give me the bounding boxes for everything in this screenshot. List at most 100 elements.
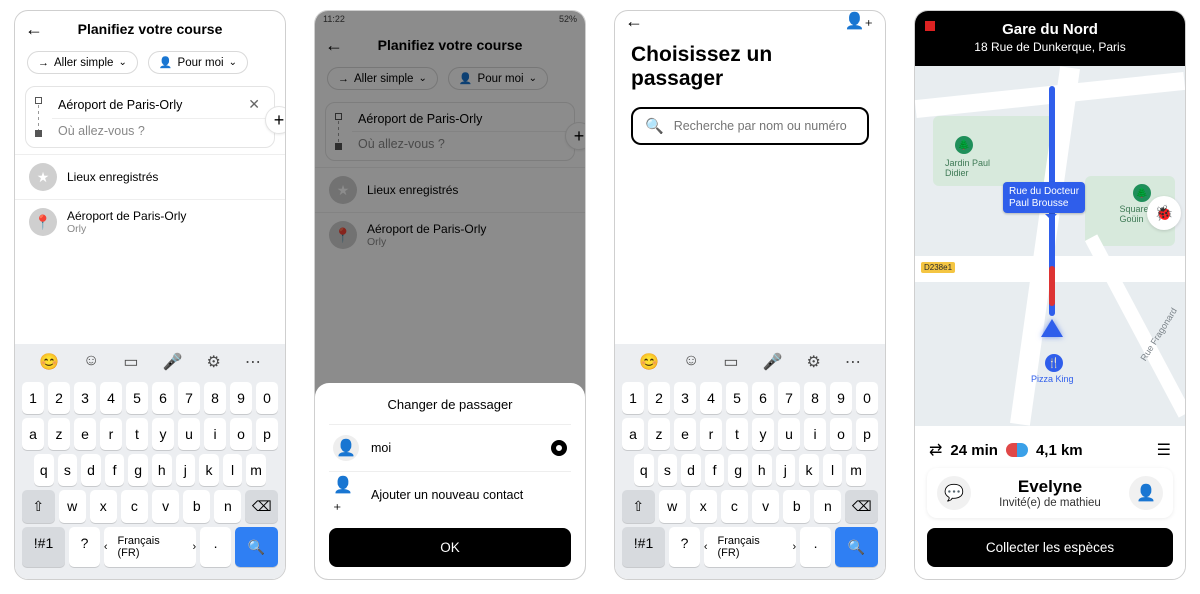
backspace-key[interactable]: ⌫	[245, 490, 278, 523]
gear-icon[interactable]: ⚙	[807, 352, 821, 372]
search-input[interactable]	[674, 119, 855, 133]
key-p[interactable]: p	[256, 418, 278, 450]
collect-cash-button[interactable]: Collecter les espèces	[927, 528, 1173, 567]
key-c[interactable]: c	[721, 490, 748, 523]
option-add-contact[interactable]: 👤₊ Ajouter un nouveau contact	[329, 471, 571, 518]
key-e[interactable]: e	[74, 418, 96, 450]
key-d[interactable]: d	[81, 454, 101, 486]
key-d[interactable]: d	[681, 454, 701, 486]
option-me[interactable]: 👤 moi	[329, 424, 571, 471]
key-c[interactable]: c	[121, 490, 148, 523]
key-5[interactable]: 5	[726, 382, 748, 414]
question-key[interactable]: ?	[669, 527, 700, 567]
key-l[interactable]: l	[823, 454, 843, 486]
key-s[interactable]: s	[58, 454, 78, 486]
key-2[interactable]: 2	[48, 382, 70, 414]
emoji2-icon[interactable]: ☺	[83, 352, 99, 372]
back-icon[interactable]: ←	[625, 11, 643, 32]
key-g[interactable]: g	[128, 454, 148, 486]
bug-report-button[interactable]: 🐞	[1147, 196, 1181, 230]
language-spacebar[interactable]: ‹ Français (FR) ›	[104, 527, 196, 567]
symbols-key[interactable]: !#1	[622, 527, 665, 567]
key-7[interactable]: 7	[778, 382, 800, 414]
key-v[interactable]: v	[752, 490, 779, 523]
gif-icon[interactable]: ▭	[723, 352, 738, 372]
key-f[interactable]: f	[105, 454, 125, 486]
key-w[interactable]: w	[659, 490, 686, 523]
destination-row[interactable]: Où allez-vous ?	[52, 118, 270, 143]
emoji2-icon[interactable]: ☺	[683, 352, 699, 372]
emoji-icon[interactable]: 😊	[639, 352, 659, 372]
key-h[interactable]: h	[752, 454, 772, 486]
dot-key[interactable]: .	[800, 527, 831, 567]
key-4[interactable]: 4	[100, 382, 122, 414]
search-key[interactable]: 🔍	[835, 527, 878, 567]
key-q[interactable]: q	[34, 454, 54, 486]
key-k[interactable]: k	[199, 454, 219, 486]
key-1[interactable]: 1	[22, 382, 44, 414]
key-i[interactable]: i	[804, 418, 826, 450]
key-a[interactable]: a	[622, 418, 644, 450]
emoji-icon[interactable]: 😊	[39, 352, 59, 372]
origin-row[interactable]: Aéroport de Paris-Orly ✕	[52, 91, 270, 118]
add-stop-button[interactable]: +	[265, 106, 286, 134]
key-3[interactable]: 3	[674, 382, 696, 414]
key-b[interactable]: b	[783, 490, 810, 523]
rider-chip[interactable]: 👤 Pour moi ⌄	[148, 51, 248, 74]
question-key[interactable]: ?	[69, 527, 100, 567]
key-r[interactable]: r	[700, 418, 722, 450]
key-k[interactable]: k	[799, 454, 819, 486]
rider-chip[interactable]: 👤 Pour moi ⌄	[448, 67, 548, 90]
key-1[interactable]: 1	[622, 382, 644, 414]
origin-row[interactable]: Aéroport de Paris-Orly	[352, 107, 570, 131]
person-add-icon[interactable]: 👤₊	[845, 11, 873, 31]
key-m[interactable]: m	[246, 454, 266, 486]
key-z[interactable]: z	[48, 418, 70, 450]
saved-places-row[interactable]: ★ Lieux enregistrés	[15, 154, 285, 199]
more-icon[interactable]: ⋯	[245, 352, 261, 372]
shift-key[interactable]: ⇧	[622, 490, 655, 523]
list-icon[interactable]: ☰	[1157, 440, 1171, 460]
key-7[interactable]: 7	[178, 382, 200, 414]
chat-icon[interactable]: 💬	[937, 476, 971, 510]
key-u[interactable]: u	[778, 418, 800, 450]
search-key[interactable]: 🔍	[235, 527, 278, 567]
key-q[interactable]: q	[634, 454, 654, 486]
key-f[interactable]: f	[705, 454, 725, 486]
saved-places-row[interactable]: ★ Lieux enregistrés	[315, 167, 585, 212]
more-icon[interactable]: ⋯	[845, 352, 861, 372]
symbols-key[interactable]: !#1	[22, 527, 65, 567]
key-8[interactable]: 8	[804, 382, 826, 414]
key-g[interactable]: g	[728, 454, 748, 486]
key-t[interactable]: t	[126, 418, 148, 450]
key-8[interactable]: 8	[204, 382, 226, 414]
gif-icon[interactable]: ▭	[123, 352, 138, 372]
language-spacebar[interactable]: ‹ Français (FR) ›	[704, 527, 796, 567]
gear-icon[interactable]: ⚙	[207, 352, 221, 372]
key-4[interactable]: 4	[700, 382, 722, 414]
key-l[interactable]: l	[223, 454, 243, 486]
trip-type-chip[interactable]: → Aller simple ⌄	[27, 51, 138, 74]
ok-button[interactable]: OK	[329, 528, 571, 567]
suggestion-row[interactable]: 📍 Aéroport de Paris-Orly Orly	[15, 199, 285, 244]
key-m[interactable]: m	[846, 454, 866, 486]
key-6[interactable]: 6	[752, 382, 774, 414]
search-box[interactable]: 🔍	[631, 107, 869, 145]
key-s[interactable]: s	[658, 454, 678, 486]
map[interactable]: 🌲 Jardin PaulDidier 🌲 Square ErnestGoüin…	[915, 66, 1185, 426]
key-0[interactable]: 0	[856, 382, 878, 414]
key-t[interactable]: t	[726, 418, 748, 450]
key-y[interactable]: y	[152, 418, 174, 450]
key-v[interactable]: v	[152, 490, 179, 523]
key-p[interactable]: p	[856, 418, 878, 450]
back-icon[interactable]: ←	[25, 19, 43, 40]
key-u[interactable]: u	[178, 418, 200, 450]
key-6[interactable]: 6	[152, 382, 174, 414]
key-9[interactable]: 9	[230, 382, 252, 414]
dot-key[interactable]: .	[200, 527, 231, 567]
key-h[interactable]: h	[152, 454, 172, 486]
clear-origin-icon[interactable]: ✕	[244, 96, 264, 113]
shift-key[interactable]: ⇧	[22, 490, 55, 523]
key-n[interactable]: n	[214, 490, 241, 523]
mic-icon[interactable]: 🎤	[163, 352, 183, 372]
